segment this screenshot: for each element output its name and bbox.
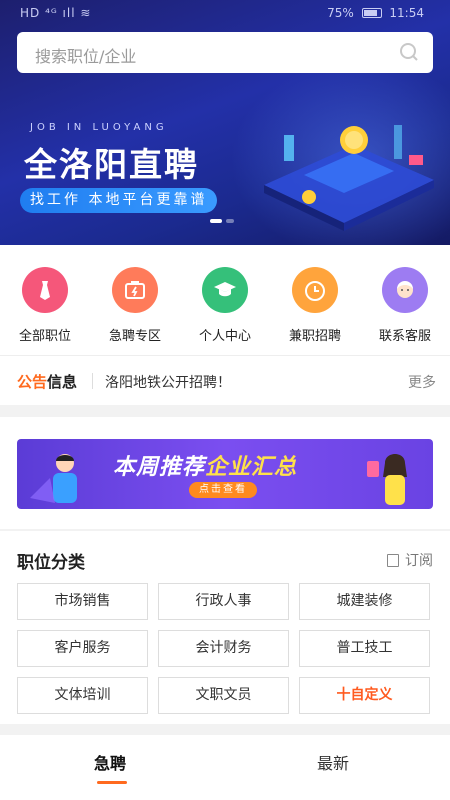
notice-more-link[interactable]: 更多	[408, 372, 436, 392]
category-section: 职位分类 订阅 市场销售 行政人事 城建装修 客户服务 会计财务 普工技工 文体…	[0, 531, 450, 724]
category-item[interactable]: 文体培训	[17, 677, 148, 714]
category-item[interactable]: 会计财务	[158, 630, 289, 667]
notice-brand-part2: 信息	[47, 373, 78, 391]
category-item[interactable]: 行政人事	[158, 583, 289, 620]
quick-menu: 全部职位 急聘专区 个人中心 兼职招聘 联系客服 公告信息 洛阳地铁公开招聘！ …	[0, 245, 450, 405]
notice-text[interactable]: 洛阳地铁公开招聘！	[105, 372, 231, 392]
subscribe-button[interactable]: 订阅	[387, 550, 433, 570]
hero-english-tag: JOB IN LUOYANG	[30, 122, 168, 133]
promo-section: 本周推荐企业汇总 点击查看	[0, 417, 450, 529]
bottom-tabs: 急聘 最新	[0, 735, 450, 800]
battery-icon	[361, 8, 382, 18]
category-title: 职位分类	[17, 553, 85, 573]
notice-brand: 公告信息	[17, 371, 77, 392]
woman-illustration	[367, 454, 407, 505]
promo-title-part1: 本周推荐	[113, 455, 206, 480]
status-right: 75% 11:54	[327, 6, 424, 20]
carousel-dot-active	[210, 219, 222, 223]
promo-title-part2: 企业汇总	[205, 455, 298, 480]
category-item[interactable]: 客户服务	[17, 630, 148, 667]
promo-title: 本周推荐企业汇总	[113, 449, 297, 481]
quick-item-label: 全部职位	[18, 329, 71, 344]
service-avatar-icon	[382, 267, 428, 313]
tie-icon	[22, 267, 68, 313]
hero-tagline: 找工作 本地平台更靠谱	[20, 188, 218, 213]
quick-item-label: 兼职招聘	[288, 329, 341, 344]
quick-item-customer-service[interactable]: 联系客服	[365, 267, 445, 344]
custom-category-button[interactable]: 十自定义	[299, 677, 430, 714]
search-icon[interactable]	[399, 42, 419, 62]
isometric-illustration	[264, 125, 434, 231]
carousel-dot	[226, 219, 234, 223]
clock-icon	[292, 267, 338, 313]
tab-urgent[interactable]: 急聘	[94, 750, 126, 774]
status-time: 11:54	[389, 6, 424, 20]
bookmark-icon	[387, 554, 399, 567]
promo-banner[interactable]: 本周推荐企业汇总 点击查看	[17, 439, 433, 509]
hero-banner[interactable]: HD ⁴ᴳ ıll ≋ 75% 11:54 搜索职位/企业 JOB IN LUO…	[0, 0, 450, 245]
urgent-bag-icon	[112, 267, 158, 313]
quick-item-label: 急聘专区	[108, 329, 161, 344]
notice-bar[interactable]: 公告信息 洛阳地铁公开招聘！ 更多	[0, 355, 450, 405]
status-bar: HD ⁴ᴳ ıll ≋ 75% 11:54	[0, 0, 450, 28]
carousel-dots	[210, 208, 238, 227]
person-illustration	[30, 454, 77, 503]
hero-title: 全洛阳直聘	[24, 145, 199, 184]
search-placeholder: 搜索职位/企业	[35, 47, 137, 66]
category-item[interactable]: 普工技工	[299, 630, 430, 667]
search-bar[interactable]: 搜索职位/企业	[17, 32, 433, 73]
category-item[interactable]: 城建装修	[299, 583, 430, 620]
quick-item-all-jobs[interactable]: 全部职位	[5, 267, 85, 344]
active-tab-indicator	[97, 781, 127, 784]
tab-latest[interactable]: 最新	[317, 750, 349, 774]
notice-divider	[92, 373, 93, 389]
quick-item-personal-center[interactable]: 个人中心	[185, 267, 265, 344]
quick-item-urgent[interactable]: 急聘专区	[95, 267, 175, 344]
subscribe-label: 订阅	[405, 553, 433, 569]
quick-item-label: 联系客服	[378, 329, 431, 344]
battery-percent: 75%	[327, 6, 354, 20]
notice-brand-part1: 公告	[17, 373, 48, 391]
promo-view-button[interactable]: 点击查看	[189, 482, 257, 498]
quick-item-label: 个人中心	[198, 329, 251, 344]
graduation-cap-icon	[202, 267, 248, 313]
status-signal: HD ⁴ᴳ ıll ≋	[20, 6, 92, 20]
category-item[interactable]: 市场销售	[17, 583, 148, 620]
category-item[interactable]: 文职文员	[158, 677, 289, 714]
quick-item-part-time[interactable]: 兼职招聘	[275, 267, 355, 344]
